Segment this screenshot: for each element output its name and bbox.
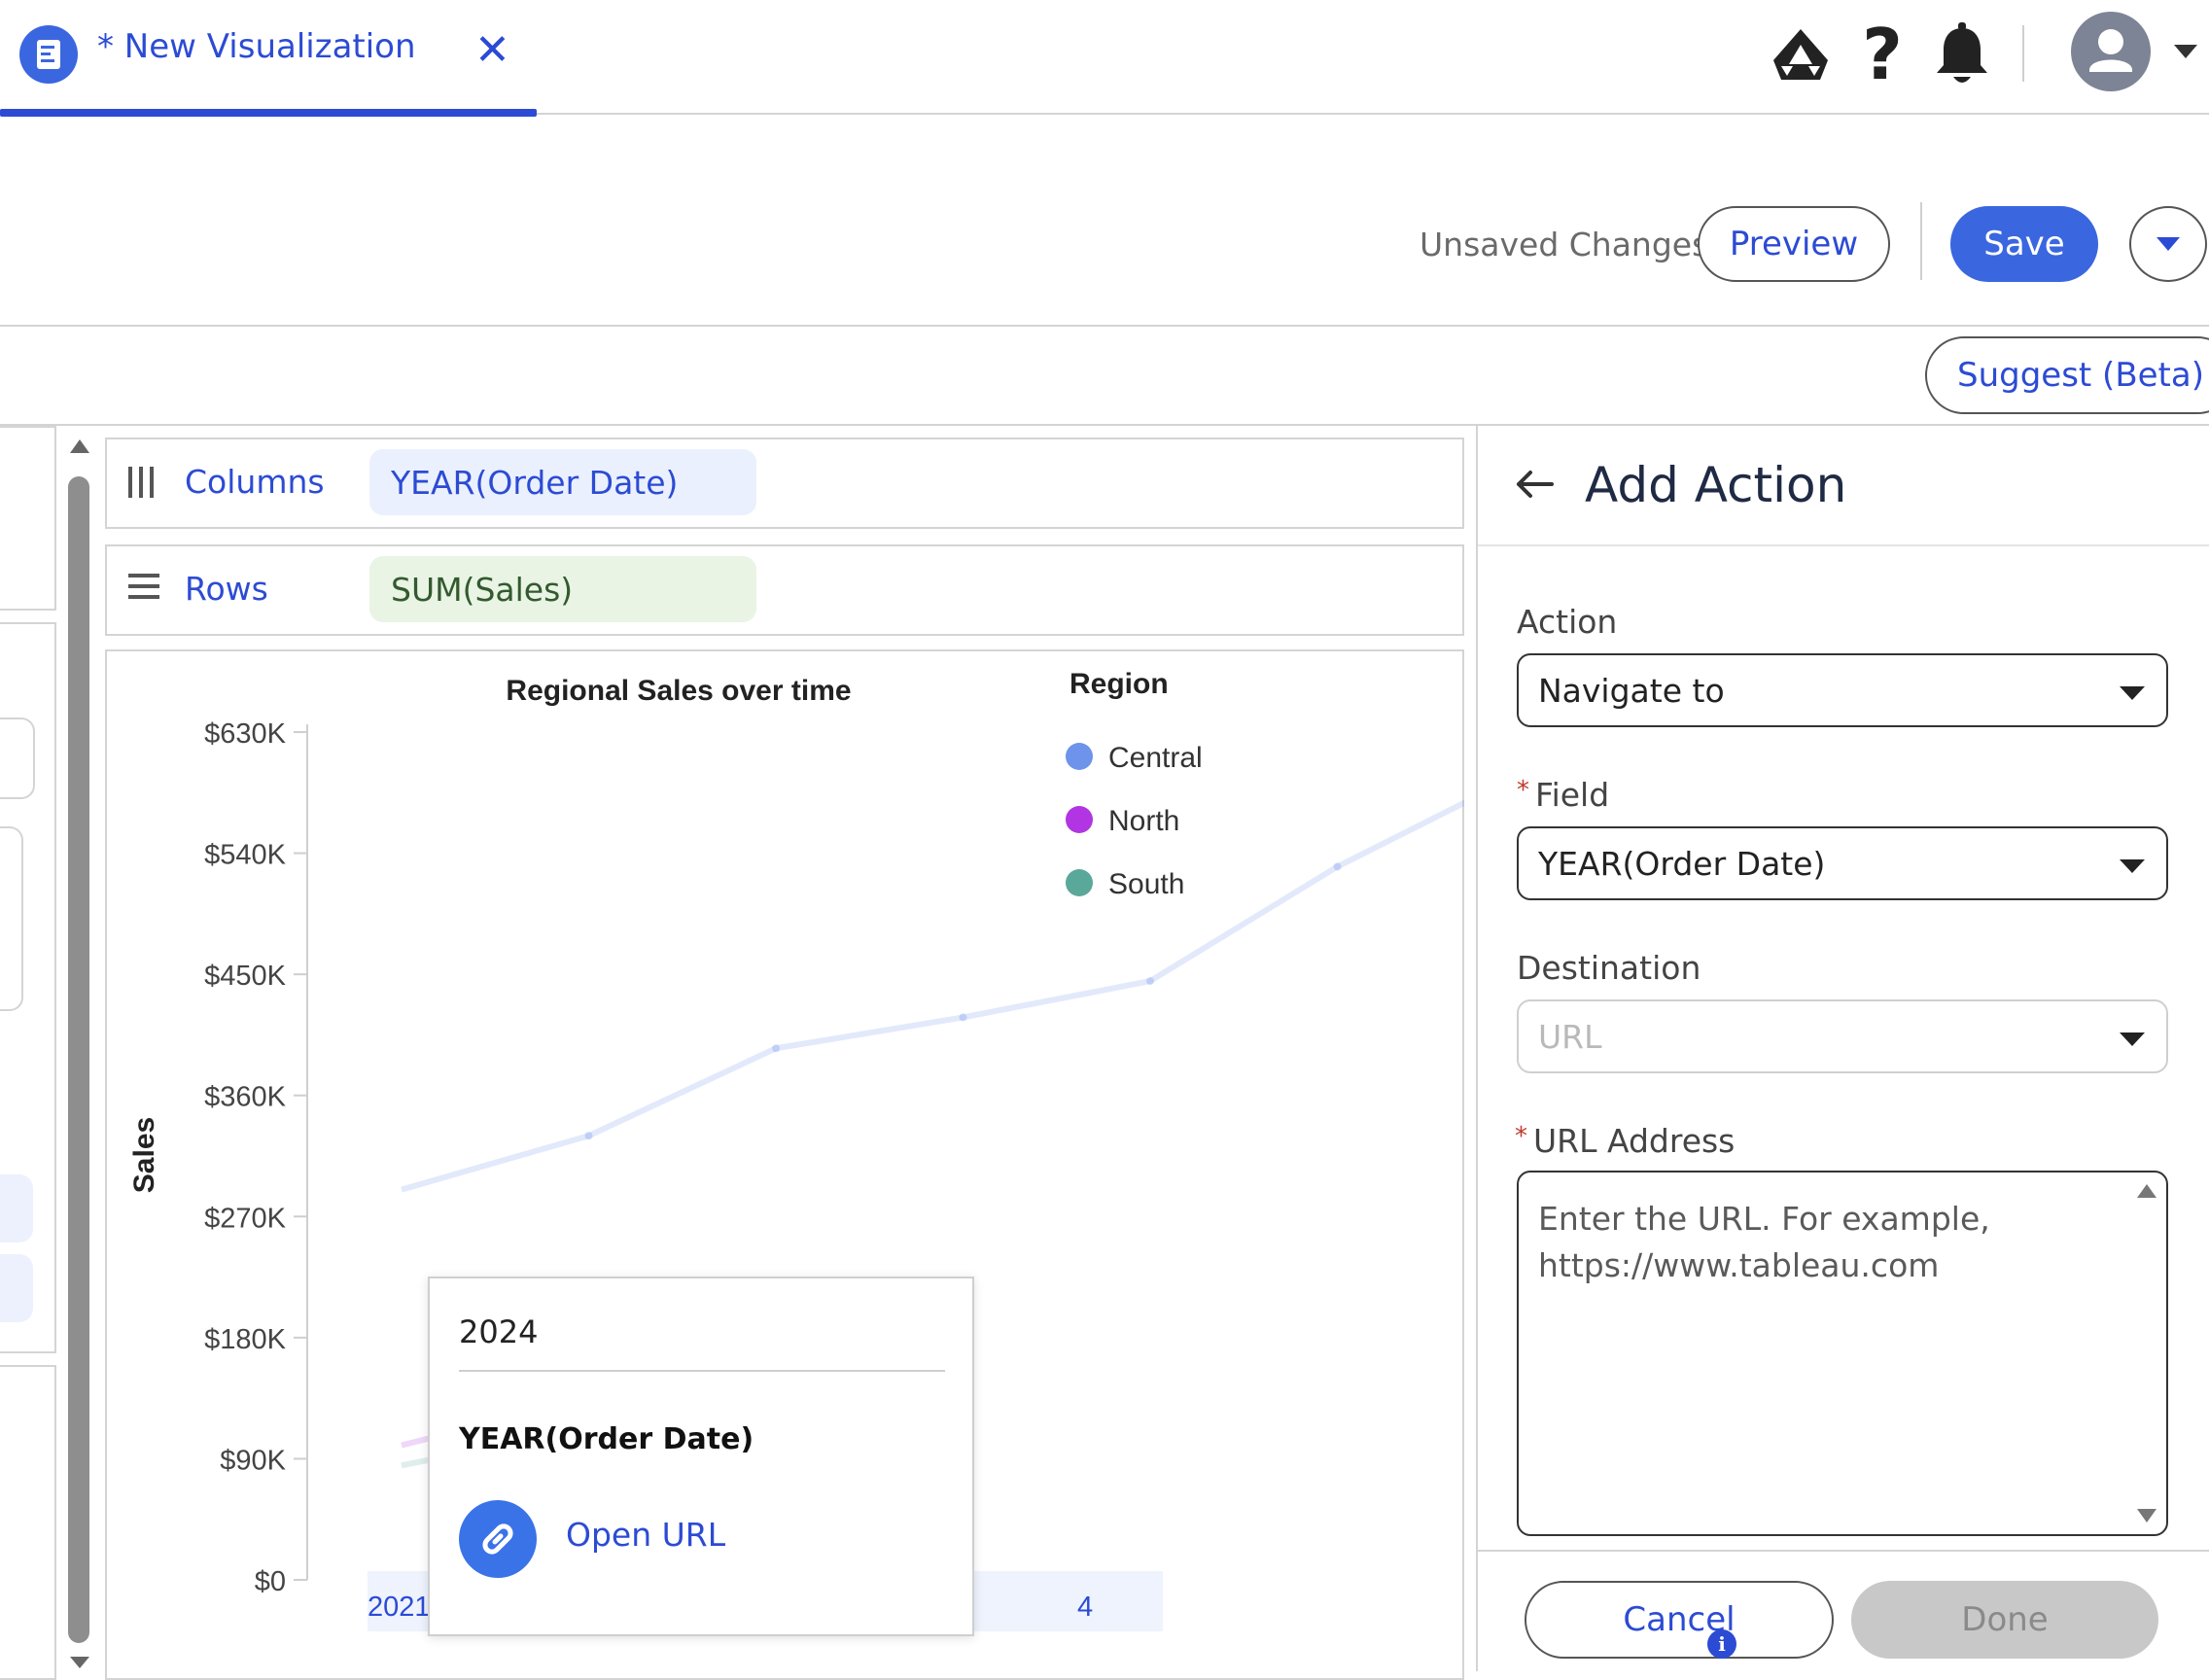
required-marker: * [1517, 776, 1529, 805]
field-select-value: YEAR(Order Date) [1538, 844, 1826, 883]
columns-shelf[interactable]: Columns YEAR(Order Date) [105, 438, 1464, 529]
x-tick-label: 2021 [368, 1592, 431, 1623]
help-icon[interactable]: ? [1845, 18, 1919, 91]
data-pane-collapsed [0, 426, 56, 1680]
chevron-down-icon[interactable] [2172, 43, 2199, 64]
legend-label: Central [1108, 742, 1203, 774]
data-point [959, 1013, 967, 1022]
url-address-label-text: URL Address [1533, 1122, 1736, 1160]
close-tab-icon[interactable]: ✕ [474, 29, 510, 72]
field-label-text: Field [1535, 776, 1610, 814]
required-marker: * [1515, 1122, 1527, 1151]
tooltip-field: YEAR(Order Date) [459, 1422, 754, 1456]
pane-section [0, 426, 56, 611]
tab-title[interactable]: * New Visualization [97, 27, 416, 66]
open-url-link[interactable]: Open URL [566, 1516, 725, 1554]
tooltip-divider [459, 1370, 945, 1372]
avatar-icon[interactable] [2071, 12, 2151, 91]
url-address-textarea[interactable]: Enter the URL. For example, https://www.… [1517, 1171, 2168, 1536]
action-select-value: Navigate to [1538, 671, 1725, 710]
toolbar-divider [1920, 202, 1922, 280]
pane-section [0, 1365, 56, 1680]
data-point [1333, 862, 1342, 871]
legend-label: North [1108, 805, 1179, 837]
series-line-central [401, 799, 1464, 1193]
header-divider [2022, 25, 2024, 82]
action-label: Action [1517, 603, 1618, 641]
visualization-tab-icon [19, 25, 78, 84]
rows-shelf[interactable]: Rows SUM(Sales) [105, 544, 1464, 636]
data-point [584, 1132, 593, 1140]
caret-down-icon [2120, 859, 2145, 873]
y-tick-label: $0 [255, 1566, 286, 1597]
y-axis-label: Sales [128, 1117, 160, 1193]
data-point [1146, 977, 1154, 986]
preview-button[interactable]: Preview [1698, 206, 1890, 282]
action-select[interactable]: Navigate to [1517, 653, 2168, 727]
y-tick-label: $270K [204, 1203, 287, 1234]
cancel-button[interactable]: Cancel [1525, 1581, 1834, 1659]
legend-swatch-south [1066, 869, 1093, 896]
caret-down-icon [2120, 686, 2145, 700]
textarea-scroll-up-icon[interactable] [2135, 1182, 2158, 1204]
legend-title: Region [1069, 668, 1169, 700]
y-tick-label: $180K [204, 1324, 287, 1355]
columns-icon [126, 465, 156, 504]
pane-field[interactable] [0, 718, 35, 799]
done-button: Done [1851, 1581, 2158, 1659]
x-tick-label: 4 [1077, 1592, 1093, 1623]
destination-select-value: URL [1538, 1017, 1602, 1056]
y-tick-label: $450K [204, 961, 287, 992]
back-arrow-icon[interactable] [1513, 465, 1556, 508]
pane-field[interactable] [0, 826, 23, 1011]
tableau-icon[interactable] [1764, 18, 1838, 91]
legend-swatch-north [1066, 806, 1093, 833]
pane-field[interactable] [0, 1254, 33, 1322]
caret-down-icon [2156, 237, 2180, 251]
panel-header-divider [1478, 544, 2209, 546]
save-button[interactable]: Save [1950, 206, 2098, 282]
y-tick-label: $90K [220, 1445, 286, 1476]
rows-icon [126, 572, 161, 605]
bell-icon[interactable] [1925, 18, 1999, 91]
textarea-scroll-down-icon[interactable] [2135, 1507, 2158, 1528]
rows-label: Rows [185, 570, 268, 608]
field-select[interactable]: YEAR(Order Date) [1517, 826, 2168, 900]
rows-pill[interactable]: SUM(Sales) [369, 556, 756, 622]
destination-label: Destination [1517, 949, 1701, 987]
caret-down-icon [2120, 1032, 2145, 1046]
link-icon[interactable] [459, 1500, 537, 1578]
info-icon: i [1707, 1629, 1736, 1659]
data-point [772, 1044, 780, 1053]
suggest-beta-button[interactable]: Suggest (Beta) [1925, 336, 2209, 414]
y-tick-label: $360K [204, 1082, 287, 1113]
unsaved-status: Unsaved Changes [1420, 226, 1709, 263]
legend-swatch-central [1066, 743, 1093, 770]
panel-title: Add Action [1585, 457, 1847, 513]
y-tick-label: $540K [204, 840, 287, 871]
scroll-up-icon[interactable] [68, 438, 91, 459]
legend-label: South [1108, 868, 1184, 900]
scroll-down-icon[interactable] [68, 1655, 91, 1674]
vertical-scrollbar[interactable] [68, 476, 89, 1643]
url-address-label: * URL Address [1515, 1122, 1735, 1160]
panel-footer-divider [1478, 1550, 2209, 1552]
destination-select[interactable]: URL [1517, 999, 2168, 1073]
columns-label: Columns [185, 463, 325, 501]
pane-field[interactable] [0, 1174, 33, 1242]
active-tab-indicator [0, 109, 537, 117]
columns-pill[interactable]: YEAR(Order Date) [369, 449, 756, 515]
field-label: * Field [1517, 776, 1609, 814]
chart-tooltip: 2024 YEAR(Order Date) Open URL [428, 1277, 974, 1636]
save-options-button[interactable] [2129, 206, 2207, 282]
tooltip-value: 2024 [459, 1313, 539, 1350]
y-tick-label: $630K [204, 718, 287, 750]
chart-title: Regional Sales over time [506, 675, 851, 707]
